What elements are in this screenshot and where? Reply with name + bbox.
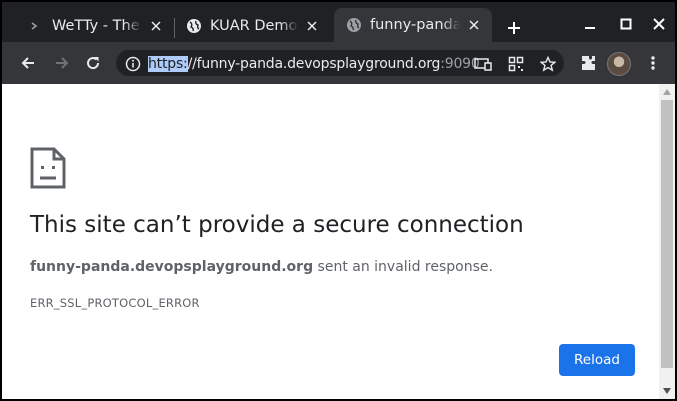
cast-icon[interactable] [473, 54, 493, 74]
menu-icon[interactable] [641, 51, 665, 75]
tab-title: KUAR Demo [210, 18, 298, 34]
new-tab-button[interactable] [502, 16, 526, 40]
globe-icon [186, 18, 202, 34]
address-bar[interactable]: https://funny-panda.devopsplayground.org… [114, 48, 566, 78]
tab-kuar-demo[interactable]: KUAR Demo [174, 10, 330, 42]
error-page: This site can’t provide a secure connect… [2, 84, 659, 399]
broken-page-icon [30, 147, 66, 189]
back-button[interactable] [16, 51, 40, 75]
url-scheme: https: [148, 56, 188, 72]
browser-window: WeTTy - The WeTTy KUAR Demo funny-panda.… [0, 0, 677, 401]
tab-title: funny-panda.devopsplayground.org [370, 17, 460, 33]
tab-wetty[interactable]: WeTTy - The WeTTy [16, 10, 174, 42]
toolbar: https://funny-panda.devopsplayground.org… [2, 42, 675, 84]
info-icon[interactable] [124, 55, 142, 73]
url-text[interactable]: https://funny-panda.devopsplayground.org… [148, 55, 480, 73]
error-host: funny-panda.devopsplayground.org [30, 259, 314, 275]
error-title: This site can’t provide a secure connect… [30, 212, 524, 238]
url-host: //funny-panda.devopsplayground.org [187, 56, 441, 72]
tab-title: WeTTy - The WeTTy [52, 18, 142, 34]
reload-button[interactable]: Reload [559, 344, 635, 376]
error-code: ERR_SSL_PROTOCOL_ERROR [30, 296, 200, 310]
extensions-icon[interactable] [576, 51, 600, 75]
close-icon[interactable] [148, 18, 164, 34]
qr-code-icon[interactable] [506, 54, 526, 74]
vertical-scrollbar[interactable] [659, 84, 675, 399]
profile-avatar[interactable] [607, 52, 631, 76]
close-window-button[interactable] [647, 12, 671, 36]
bookmark-star-icon[interactable] [538, 54, 558, 74]
reload-icon[interactable] [81, 51, 105, 75]
globe-icon [346, 17, 362, 33]
forward-button[interactable] [50, 51, 74, 75]
tab-funny-panda[interactable]: funny-panda.devopsplayground.org [334, 8, 492, 42]
scroll-down-icon[interactable] [662, 386, 672, 396]
scrollbar-thumb[interactable] [661, 100, 673, 368]
tab-strip: WeTTy - The WeTTy KUAR Demo funny-panda.… [2, 2, 675, 42]
close-icon[interactable] [466, 17, 482, 33]
maximize-button[interactable] [614, 12, 638, 36]
terminal-icon [28, 18, 44, 34]
scroll-up-icon[interactable] [662, 87, 672, 97]
error-message: sent an invalid response. [313, 259, 493, 275]
minimize-button[interactable] [578, 12, 602, 36]
close-icon[interactable] [304, 18, 320, 34]
error-description: funny-panda.devopsplayground.org sent an… [30, 259, 493, 275]
